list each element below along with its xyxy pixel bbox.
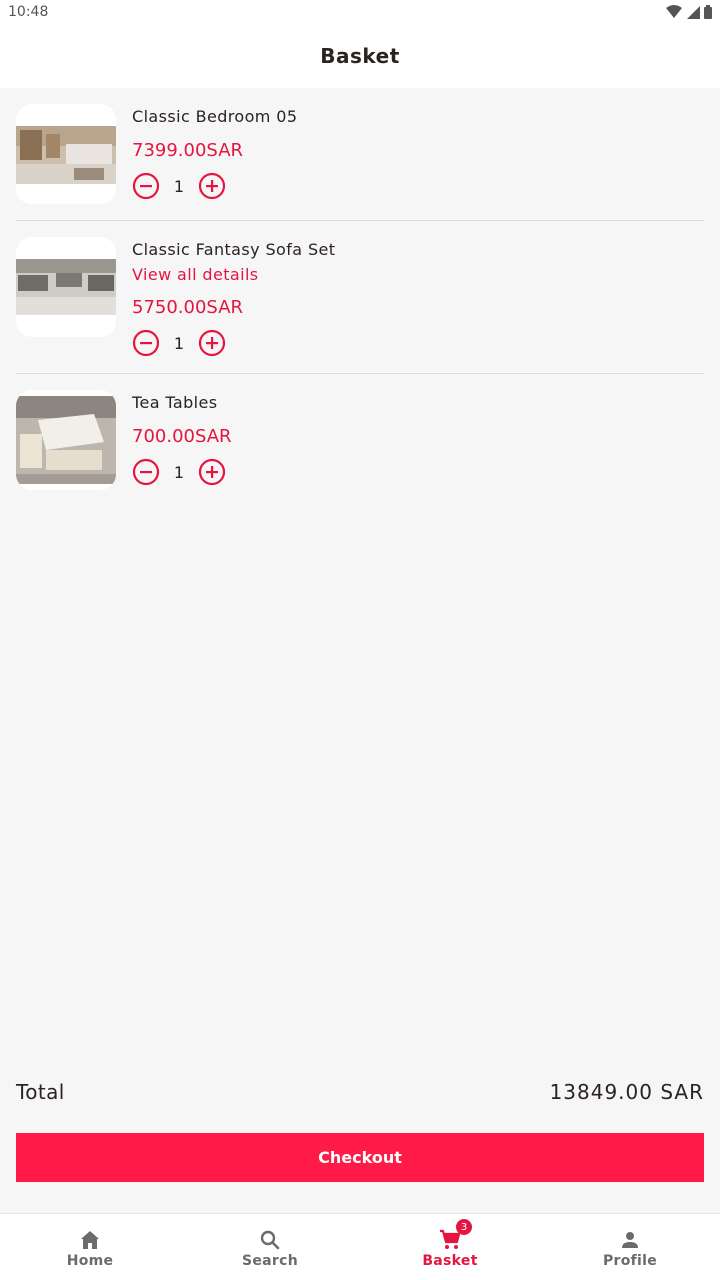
quantity-stepper: 1 (132, 329, 335, 357)
item-info: Tea Tables 700.00SAR 1 (132, 390, 232, 486)
item-price: 5750.00SAR (132, 297, 244, 318)
decrease-quantity-button[interactable] (132, 329, 160, 357)
home-icon (81, 1231, 99, 1249)
item-name[interactable]: Tea Tables (132, 392, 232, 414)
product-image[interactable] (16, 390, 116, 490)
total-row: Total 13849.00 SAR (16, 1076, 704, 1108)
total-value: 13849.00 SAR (549, 1080, 704, 1104)
nav-label-profile: Profile (602, 1253, 658, 1269)
tea-table-photo (16, 390, 116, 490)
status-icons (666, 5, 712, 19)
increase-quantity-button[interactable] (198, 329, 226, 357)
signal-icon (687, 6, 700, 19)
plus-circle-icon (198, 172, 226, 200)
nav-label-home: Home (66, 1253, 114, 1269)
status-time: 10:48 (8, 4, 49, 20)
cart-item: Classic Fantasy Sofa Set View all detail… (16, 221, 704, 374)
item-info: Classic Fantasy Sofa Set View all detail… (132, 237, 335, 357)
sofa-photo (16, 237, 116, 337)
cart-item: Tea Tables 700.00SAR 1 (16, 374, 704, 506)
bottom-nav: Home Search 3 Basket Profile (0, 1213, 720, 1280)
minus-circle-icon (132, 329, 160, 357)
quantity-value: 1 (173, 462, 185, 482)
quantity-value: 1 (173, 333, 185, 353)
minus-circle-icon (132, 458, 160, 486)
minus-circle-icon (132, 172, 160, 200)
search-icon (260, 1230, 280, 1250)
nav-item-home[interactable]: Home (0, 1214, 180, 1280)
page-title: Basket (320, 44, 400, 68)
battery-icon (704, 5, 712, 19)
increase-quantity-button[interactable] (198, 172, 226, 200)
quantity-stepper: 1 (132, 172, 297, 200)
cart-item: Classic Bedroom 05 7399.00SAR 1 (16, 88, 704, 221)
nav-label-basket: Basket (422, 1253, 478, 1269)
product-image[interactable] (16, 104, 116, 204)
item-price: 7399.00SAR (132, 140, 244, 161)
item-name[interactable]: Classic Fantasy Sofa Set (132, 239, 335, 261)
product-image[interactable] (16, 237, 116, 337)
item-info: Classic Bedroom 05 7399.00SAR 1 (132, 104, 297, 200)
total-label: Total (16, 1080, 65, 1104)
nav-item-basket[interactable]: 3 Basket (360, 1214, 540, 1280)
view-details-link[interactable]: View all details (132, 264, 335, 286)
wifi-icon (666, 5, 682, 18)
person-icon (622, 1232, 638, 1248)
nav-item-search[interactable]: Search (180, 1214, 360, 1280)
plus-circle-icon (198, 458, 226, 486)
nav-item-profile[interactable]: Profile (540, 1214, 720, 1280)
decrease-quantity-button[interactable] (132, 458, 160, 486)
app-header: Basket (0, 24, 720, 88)
quantity-stepper: 1 (132, 458, 232, 486)
quantity-value: 1 (173, 176, 185, 196)
increase-quantity-button[interactable] (198, 458, 226, 486)
plus-circle-icon (198, 329, 226, 357)
decrease-quantity-button[interactable] (132, 172, 160, 200)
item-name[interactable]: Classic Bedroom 05 (132, 106, 297, 128)
item-price: 700.00SAR (132, 426, 232, 447)
checkout-button[interactable]: Checkout (16, 1133, 704, 1182)
basket-count-badge: 3 (456, 1219, 472, 1235)
nav-label-search: Search (242, 1253, 298, 1269)
status-bar: 10:48 (0, 0, 720, 24)
cart-list: Classic Bedroom 05 7399.00SAR 1 Classic … (16, 88, 704, 506)
bedroom-photo (16, 104, 116, 204)
